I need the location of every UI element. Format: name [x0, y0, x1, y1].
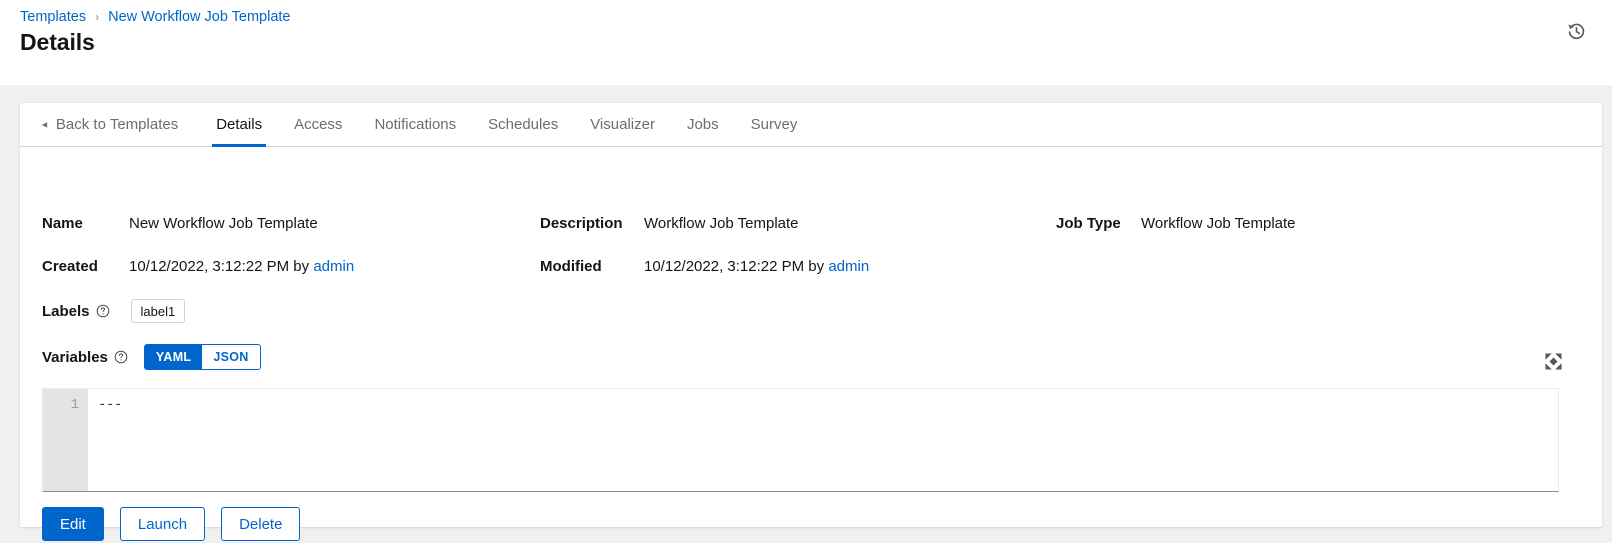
action-button-group: Edit Launch Delete	[42, 507, 301, 541]
page-header: Templates › New Workflow Job Template De…	[0, 0, 1612, 85]
detail-variables-label: Variables	[42, 348, 108, 366]
tab-jobs[interactable]: Jobs	[671, 103, 735, 146]
question-circle-icon[interactable]	[114, 350, 128, 364]
editor-line-numbers: 1	[43, 389, 88, 491]
label-chip: label1	[130, 299, 186, 323]
tab-access[interactable]: Access	[278, 103, 358, 146]
detail-modified-value: 10/12/2022, 3:12:22 PM by admin	[644, 258, 869, 275]
detail-variables: Variables YAML JSON	[42, 344, 261, 370]
toggle-option-yaml[interactable]: YAML	[144, 345, 203, 369]
detail-description-value: Workflow Job Template	[644, 215, 799, 232]
toggle-option-json[interactable]: JSON	[202, 345, 260, 369]
tab-visualizer[interactable]: Visualizer	[574, 103, 671, 146]
question-circle-icon[interactable]	[96, 304, 110, 318]
tab-bar: ◄ Back to Templates Details Access Notif…	[20, 103, 1602, 147]
tab-jobs-label: Jobs	[686, 116, 719, 133]
detail-modified: Modified 10/12/2022, 3:12:22 PM by admin	[540, 258, 869, 275]
tab-survey[interactable]: Survey	[735, 103, 814, 146]
detail-created-by-text: by	[293, 258, 310, 275]
detail-created: Created 10/12/2022, 3:12:22 PM by admin	[42, 258, 354, 275]
detail-modified-user-link[interactable]: admin	[828, 258, 869, 275]
detail-created-label: Created	[42, 258, 98, 275]
caret-left-icon: ◄	[40, 119, 49, 130]
delete-button[interactable]: Delete	[221, 507, 301, 541]
detail-name-value: New Workflow Job Template	[129, 215, 318, 232]
detail-description: Description Workflow Job Template	[540, 215, 799, 232]
tab-visualizer-label: Visualizer	[590, 116, 655, 133]
breadcrumb-item-templates[interactable]: Templates	[20, 9, 86, 25]
expand-arrows-icon[interactable]	[1541, 349, 1565, 373]
variables-format-toggle: YAML JSON	[143, 344, 261, 370]
details-card: ◄ Back to Templates Details Access Notif…	[20, 103, 1602, 541]
detail-created-value: 10/12/2022, 3:12:22 PM by admin	[129, 258, 354, 275]
chevron-right-icon: ›	[95, 10, 100, 24]
history-icon[interactable]	[1562, 17, 1590, 45]
variables-code-editor[interactable]: 1 ---	[42, 388, 1559, 492]
detail-job-type-value: Workflow Job Template	[1141, 215, 1296, 232]
editor-content[interactable]: ---	[88, 389, 1558, 491]
detail-created-user-link[interactable]: admin	[313, 258, 354, 275]
tab-schedules-label: Schedules	[488, 116, 559, 133]
detail-modified-label: Modified	[540, 258, 602, 275]
detail-modified-by-text: by	[808, 258, 825, 275]
tab-back-to-templates-label: Back to Templates	[55, 116, 179, 133]
detail-labels-label: Labels	[42, 302, 90, 320]
tab-schedules[interactable]: Schedules	[472, 103, 574, 146]
details-page: Templates › New Workflow Job Template De…	[0, 0, 1612, 543]
breadcrumb-item-current[interactable]: New Workflow Job Template	[108, 9, 290, 25]
edit-button[interactable]: Edit	[42, 507, 104, 541]
tab-notifications-label: Notifications	[374, 116, 457, 133]
page-title: Details	[20, 29, 95, 55]
detail-modified-timestamp: 10/12/2022, 3:12:22 PM	[644, 258, 805, 275]
detail-job-type-label: Job Type	[1056, 215, 1121, 232]
tab-notifications[interactable]: Notifications	[358, 103, 472, 146]
tab-details[interactable]: Details	[200, 103, 278, 147]
detail-name-label: Name	[42, 215, 83, 232]
detail-created-timestamp: 10/12/2022, 3:12:22 PM	[129, 258, 290, 275]
details-body: Name New Workflow Job Template Descripti…	[20, 147, 1602, 541]
tab-details-label: Details	[216, 116, 263, 133]
detail-description-label: Description	[540, 215, 623, 232]
detail-job-type: Job Type Workflow Job Template	[1056, 215, 1296, 232]
launch-button[interactable]: Launch	[119, 507, 206, 541]
detail-name: Name New Workflow Job Template	[42, 215, 318, 232]
tab-survey-label: Survey	[750, 116, 798, 133]
breadcrumb: Templates › New Workflow Job Template	[20, 9, 291, 25]
tab-back-to-templates[interactable]: ◄ Back to Templates	[40, 103, 200, 146]
detail-labels: Labels label1	[42, 299, 186, 323]
tab-access-label: Access	[294, 116, 343, 133]
